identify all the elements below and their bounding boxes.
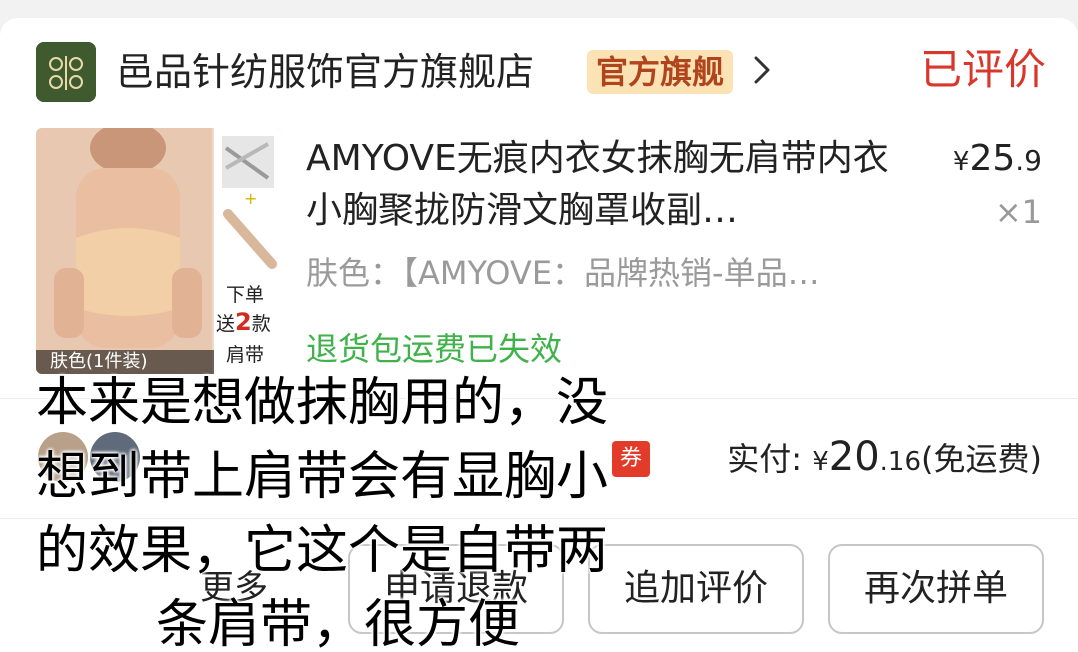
caption-line: 条肩带，很方便: [156, 595, 521, 652]
gift-text-line2: 送2款: [216, 308, 271, 336]
paid-amount: 实付: ¥20.16(免运费): [727, 434, 1042, 480]
gift-count: 2: [235, 308, 252, 336]
price-decimal: .9: [1015, 144, 1042, 177]
product-thumbnail[interactable]: + 肤色(1件装) 下单 送2款 肩带: [36, 128, 282, 374]
product-sku: 肤色：【AMYOVE：品牌热销-单品…: [306, 254, 820, 292]
review-status: 已评价: [919, 45, 1046, 94]
return-shipping-note: 退货包运费已失效: [306, 330, 563, 368]
gift-kind-word: 款: [251, 313, 271, 335]
caption-line: 想到带上肩带会有显胸小: [36, 447, 609, 507]
caption-line: 的效果，它这个是自带两: [36, 521, 609, 581]
review-caption-overlay: 本来是想做抹胸用的，没 想到带上肩带会有显胸小 的效果，它这个是自带两 条肩带，…: [36, 366, 706, 652]
paid-label: 实付:: [727, 440, 803, 478]
paid-decimal: .16: [879, 447, 922, 477]
gift-send-word: 送: [216, 313, 236, 335]
product-price: ¥25.9: [953, 138, 1042, 179]
paid-currency: ¥: [812, 447, 829, 477]
price-integer: 25: [969, 138, 1016, 179]
shop-logo[interactable]: [36, 42, 96, 102]
reorder-button[interactable]: 再次拼单: [828, 544, 1044, 634]
chevron-right-icon[interactable]: [748, 48, 776, 92]
official-store-badge: 官方旗舰: [587, 50, 734, 94]
gift-text-line3: 肩带: [226, 344, 265, 366]
product-quantity: ×1: [994, 193, 1042, 231]
product-title[interactable]: AMYOVE无痕内衣女抹胸无肩带内衣小胸聚拢防滑文胸罩收副…: [306, 133, 906, 237]
shop-header[interactable]: 邑品针纺服饰官方旗舰店 官方旗舰 已评价: [36, 42, 1046, 102]
svg-text:+: +: [244, 189, 257, 208]
shop-name[interactable]: 邑品针纺服饰官方旗舰店: [116, 48, 534, 96]
caption-line: 本来是想做抹胸用的，没: [36, 373, 609, 433]
paid-integer: 20: [828, 434, 880, 480]
gift-text-line1: 下单: [226, 284, 265, 306]
shipping-note: (免运费): [921, 440, 1042, 478]
price-currency: ¥: [952, 147, 970, 177]
